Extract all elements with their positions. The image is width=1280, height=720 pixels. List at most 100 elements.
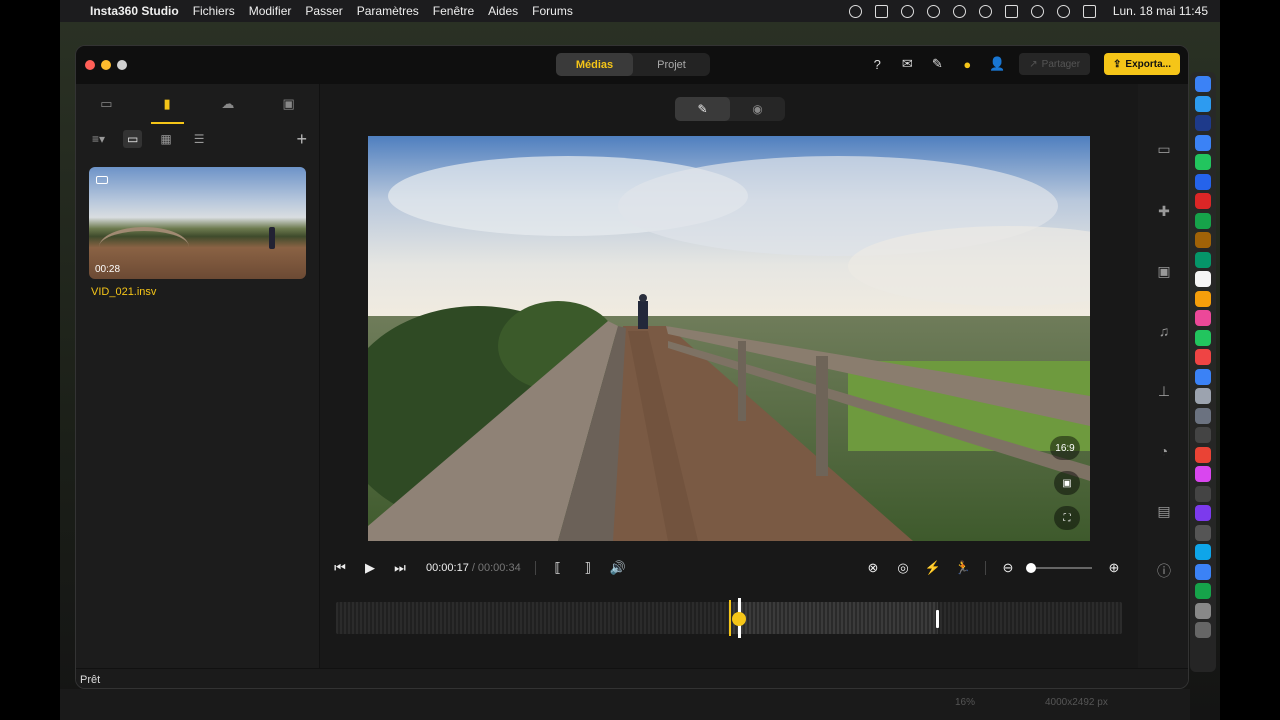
zoom-window-icon[interactable] xyxy=(117,60,127,70)
search-icon[interactable] xyxy=(1056,4,1070,18)
skip-back-icon[interactable]: ⏮ xyxy=(332,560,348,576)
stamp-icon[interactable]: ⊥ xyxy=(1155,382,1173,400)
large-thumb-view-icon[interactable]: ▭ xyxy=(123,130,143,148)
edit-note-icon[interactable]: ✎ xyxy=(929,56,945,72)
record-status-icon[interactable] xyxy=(848,4,862,18)
messages-icon[interactable] xyxy=(1195,154,1211,170)
clock-history-icon[interactable] xyxy=(952,4,966,18)
brush-app-icon[interactable] xyxy=(1195,505,1211,521)
photoshop-icon[interactable] xyxy=(1195,115,1211,131)
play-icon[interactable]: ▶ xyxy=(362,560,378,576)
settings-icon[interactable] xyxy=(1195,407,1211,424)
tab-cloud[interactable]: ☁ xyxy=(198,84,259,124)
display-status-icon[interactable] xyxy=(874,4,888,18)
unknown-app-icon[interactable] xyxy=(1195,427,1211,443)
zoom-in-icon[interactable]: ⊕ xyxy=(1106,560,1122,576)
calendar-icon[interactable] xyxy=(1195,271,1211,287)
creative-app-icon[interactable] xyxy=(1195,466,1211,482)
moon-icon[interactable] xyxy=(926,4,940,18)
video-preview[interactable]: 16:9 ▣ ⛶ xyxy=(368,136,1090,541)
run-icon[interactable]: 🏃 xyxy=(955,560,971,576)
media-thumbnail[interactable]: 00:28 xyxy=(89,167,306,279)
skip-forward-icon[interactable]: ⏭ xyxy=(392,560,408,576)
notes-icon[interactable] xyxy=(1195,232,1211,248)
window-app-icon[interactable] xyxy=(1195,524,1211,541)
audio-icon[interactable]: ♫ xyxy=(1155,322,1173,340)
share-button[interactable]: ↗ Partager xyxy=(1019,53,1091,75)
safari-icon[interactable] xyxy=(1195,95,1211,112)
badge-icon[interactable]: ● xyxy=(959,56,975,72)
play-status-icon[interactable] xyxy=(978,4,992,18)
mark-out-icon[interactable]: ⟧ xyxy=(580,560,596,576)
finder-icon[interactable] xyxy=(1195,76,1211,92)
timeline[interactable] xyxy=(336,598,1122,638)
help-icon[interactable]: ? xyxy=(869,56,885,72)
crop-icon[interactable]: ▣ xyxy=(1054,471,1080,495)
menu-app-name[interactable]: Insta360 Studio xyxy=(90,4,179,18)
word-icon[interactable] xyxy=(1195,173,1211,190)
music-icon[interactable] xyxy=(1195,349,1211,365)
upload-status-icon[interactable] xyxy=(900,4,914,18)
export-button[interactable]: ⇪ Exporta... xyxy=(1104,53,1180,75)
wifi-icon[interactable] xyxy=(1030,4,1044,18)
playhead-knob[interactable] xyxy=(732,612,746,626)
green-app-icon[interactable] xyxy=(1195,583,1211,599)
photos-icon[interactable] xyxy=(1195,310,1211,326)
mail-icon[interactable]: ✉ xyxy=(899,56,915,72)
mark-in-icon[interactable]: ⟦ xyxy=(550,560,566,576)
menu-fichiers[interactable]: Fichiers xyxy=(193,4,235,18)
layers-icon[interactable]: ▤ xyxy=(1155,502,1173,520)
chrome-icon[interactable] xyxy=(1195,290,1211,307)
screen-app-icon[interactable] xyxy=(1195,544,1211,560)
zoom-slider[interactable] xyxy=(1026,563,1092,573)
appstore-icon[interactable] xyxy=(1195,368,1211,385)
close-window-icon[interactable] xyxy=(85,60,95,70)
edit-mode-icon[interactable]: ✎ xyxy=(675,97,730,121)
timeline-out-handle[interactable] xyxy=(936,610,939,628)
powerpoint-icon[interactable] xyxy=(1195,193,1211,209)
sort-icon[interactable]: ≡▾ xyxy=(88,130,109,148)
downloads-icon[interactable] xyxy=(1195,602,1211,619)
facetime-icon[interactable] xyxy=(1195,329,1211,346)
menu-parametres[interactable]: Paramètres xyxy=(357,4,419,18)
speed-gauge-icon[interactable]: ◔ xyxy=(1155,442,1173,460)
tab-computer[interactable]: ▭ xyxy=(76,84,137,124)
zoom-slider-knob[interactable] xyxy=(1026,563,1036,573)
flash-icon[interactable]: ⚡ xyxy=(925,560,941,576)
excel-icon[interactable] xyxy=(1195,212,1211,229)
preview-icon[interactable] xyxy=(1195,388,1211,404)
media-filename[interactable]: VID_021.insv xyxy=(91,286,156,298)
import-add-icon[interactable]: + xyxy=(296,129,307,150)
volume-icon[interactable]: 🔊 xyxy=(610,560,626,576)
tab-medias[interactable]: Médias xyxy=(556,53,633,76)
timeline-in-marker[interactable] xyxy=(729,600,731,636)
menu-fenetre[interactable]: Fenêtre xyxy=(433,4,474,18)
zoom-out-icon[interactable]: ⊖ xyxy=(1000,560,1016,576)
globe-app-icon[interactable] xyxy=(1195,563,1211,580)
video-edit-icon[interactable]: ▣ xyxy=(1155,262,1173,280)
control-center-icon[interactable] xyxy=(1082,4,1096,18)
menu-modifier[interactable]: Modifier xyxy=(249,4,292,18)
menu-passer[interactable]: Passer xyxy=(305,4,342,18)
menu-forums[interactable]: Forums xyxy=(532,4,573,18)
tab-folder[interactable]: ▣ xyxy=(258,84,319,124)
remove-icon[interactable]: ⊗ xyxy=(865,560,881,576)
mail-icon[interactable] xyxy=(1195,134,1211,151)
camera-icon[interactable]: ▭ xyxy=(1155,140,1173,158)
trash-icon[interactable] xyxy=(1195,622,1211,638)
menu-aides[interactable]: Aides xyxy=(488,4,518,18)
battery-icon[interactable] xyxy=(1004,4,1018,18)
menubar-clock[interactable]: Lun. 18 mai 11:45 xyxy=(1113,4,1208,18)
timeline-selection[interactable] xyxy=(729,602,938,634)
fullscreen-icon[interactable]: ⛶ xyxy=(1054,506,1080,530)
list-view-icon[interactable]: ☰ xyxy=(190,130,209,148)
tab-sd-card[interactable]: ▮ xyxy=(137,84,198,124)
unknown-app-2-icon[interactable] xyxy=(1195,485,1211,502)
tracking-icon[interactable]: ◎ xyxy=(895,560,911,576)
tab-projet[interactable]: Projet xyxy=(633,53,710,76)
user-icon[interactable]: 👤 xyxy=(989,56,1005,72)
aspect-ratio-button[interactable]: 16:9 xyxy=(1050,436,1080,460)
chrome-browser-icon[interactable] xyxy=(1195,446,1211,463)
minimize-window-icon[interactable] xyxy=(101,60,111,70)
maps-icon[interactable] xyxy=(1195,251,1211,268)
